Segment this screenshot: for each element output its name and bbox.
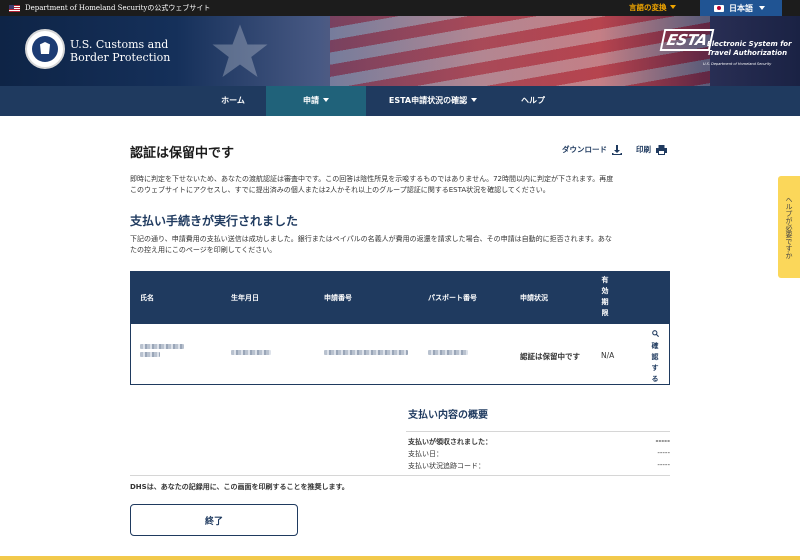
expiration-cell: N/A xyxy=(601,351,615,360)
summary-date-value: ----- xyxy=(657,449,670,457)
flag-background xyxy=(330,16,710,86)
redacted-dob xyxy=(231,350,271,355)
nav-item-help[interactable]: ヘルプ xyxy=(500,86,566,116)
column-header-status: 申請状況 xyxy=(520,294,548,302)
applications-table: 氏名 生年月日 申請番号 パスポート番号 申請状況 有効期限 認証は保留中です … xyxy=(130,271,670,385)
esta-full-name-line2: Travel Authorization xyxy=(707,49,788,57)
language-selector[interactable]: 日本語 xyxy=(700,0,782,16)
help-side-tab-label: ヘルプが必要ですか xyxy=(785,195,793,259)
nav-item-check-status[interactable]: ESTA申請状況の確認 xyxy=(366,86,500,116)
payment-text-line2: たの控え用にこのページを印刷してください。 xyxy=(130,246,277,254)
table-row: 認証は保留中です N/A 確認する xyxy=(131,324,669,384)
agency-name-line1: U.S. Customs and xyxy=(70,38,169,51)
summary-tracking-label: 支払い状況追跡コード： xyxy=(408,462,485,470)
intro-text: 即時に判定を下せないため、あなたの渡航認証は審査中です。この回答は陰性所見を示唆… xyxy=(130,174,670,196)
table-header: 氏名 生年月日 申請番号 パスポート番号 申請状況 有効期限 xyxy=(131,272,669,324)
chevron-down-icon xyxy=(759,6,765,10)
language-change-label: 言語の変換 xyxy=(629,3,667,12)
summary-row-tracking: 支払い状況追跡コード： ----- xyxy=(408,461,670,471)
summary-date-label: 支払い日： xyxy=(408,450,443,458)
print-recommendation: DHSは、あなたの記録用に、この画面を印刷することを推奨します。 xyxy=(130,483,349,491)
print-button[interactable]: 印刷 xyxy=(636,144,667,155)
payment-text-line1: 下記の通り、申請費用の支払い送信は成功しました。銀行またはペイパルの名義人が費用… xyxy=(130,235,612,243)
summary-tracking-value: ----- xyxy=(657,461,670,469)
redacted-application-number xyxy=(324,350,408,355)
payment-summary-title: 支払い内容の概要 xyxy=(408,410,488,421)
summary-divider xyxy=(406,431,670,432)
print-label: 印刷 xyxy=(636,145,651,154)
nav-item-help-label: ヘルプ xyxy=(521,96,545,105)
esta-full-name-line1: Electronic System for xyxy=(707,40,792,48)
chevron-down-icon xyxy=(471,98,478,102)
column-header-expiration: 有効期限 xyxy=(601,276,609,317)
japan-flag-icon xyxy=(714,4,724,12)
intro-text-line1: 即時に判定を下せないため、あなたの渡航認証は審査中です。この回答は陰性所見を示唆… xyxy=(130,175,614,183)
payment-text: 下記の通り、申請費用の支払い送信は成功しました。銀行またはペイパルの名義人が費用… xyxy=(130,234,670,256)
nav-item-home[interactable]: ホーム xyxy=(200,86,266,116)
redacted-passport-number xyxy=(428,350,468,355)
language-selected-label: 日本語 xyxy=(729,3,753,13)
official-site-text: Department of Homeland Securityの公式ウェブサイト xyxy=(25,4,211,12)
confirm-label: 確認する xyxy=(651,342,659,383)
status-cell: 認証は保留中です xyxy=(520,352,580,361)
star-decoration-icon xyxy=(212,24,268,77)
finish-button[interactable]: 終了 xyxy=(130,504,298,536)
summary-received-label: 支払いが領収されました： xyxy=(408,438,492,446)
footer-accent-bar xyxy=(0,556,800,560)
intro-text-line2: このウェブサイトにアクセスし、すでに提出済みの個人または2人かそれ以上のグループ… xyxy=(130,186,550,194)
help-side-tab[interactable]: ヘルプが必要ですか xyxy=(778,176,800,278)
nav-item-check-status-label: ESTA申請状況の確認 xyxy=(388,96,468,105)
redacted-name xyxy=(140,344,184,349)
column-header-passport-number: パスポート番号 xyxy=(428,294,477,302)
column-header-application-number: 申請番号 xyxy=(324,294,352,302)
nav-item-apply[interactable]: 申請 xyxy=(266,86,366,116)
column-header-name: 氏名 xyxy=(140,294,154,302)
summary-received-value: ----- xyxy=(655,437,670,445)
download-button[interactable]: ダウンロード xyxy=(562,144,622,155)
payment-section-title: 支払い手続きが実行されました xyxy=(130,214,299,228)
agency-name-line2: Border Protection xyxy=(70,51,171,64)
language-change-link[interactable]: 言語の変換 xyxy=(629,0,676,16)
summary-divider xyxy=(130,475,670,476)
column-header-dob: 生年月日 xyxy=(231,294,259,302)
esta-logo[interactable]: ESTA Electronic System for Travel Author… xyxy=(657,26,797,76)
nav-item-apply-label: 申請 xyxy=(303,96,319,105)
dhs-seal-icon[interactable] xyxy=(25,29,65,69)
page-title: 認証は保留中です xyxy=(130,146,235,161)
site-header: U.S. Customs and Border Protection ESTA … xyxy=(0,16,800,86)
download-icon xyxy=(612,144,622,155)
nav-item-home-label: ホーム xyxy=(221,96,245,105)
summary-row-date: 支払い日： ----- xyxy=(408,449,670,459)
us-flag-icon xyxy=(9,4,20,12)
main-nav: ホーム 申請 ESTA申請状況の確認 ヘルプ xyxy=(0,86,800,116)
chevron-down-icon xyxy=(669,5,676,9)
search-icon xyxy=(651,330,659,338)
top-utility-bar: Department of Homeland Securityの公式ウェブサイト… xyxy=(0,0,800,16)
summary-row-received: 支払いが領収されました： ----- xyxy=(408,437,670,447)
esta-full-name: Electronic System for Travel Authorizati… xyxy=(707,40,792,58)
download-label: ダウンロード xyxy=(562,145,607,154)
printer-icon xyxy=(656,144,667,155)
chevron-down-icon xyxy=(323,98,329,102)
redacted-name xyxy=(140,352,160,357)
confirm-link[interactable]: 確認する xyxy=(649,330,661,385)
esta-dhs-text: U.S. Department of Homeland Security xyxy=(703,62,772,66)
agency-name[interactable]: U.S. Customs and Border Protection xyxy=(70,38,170,64)
